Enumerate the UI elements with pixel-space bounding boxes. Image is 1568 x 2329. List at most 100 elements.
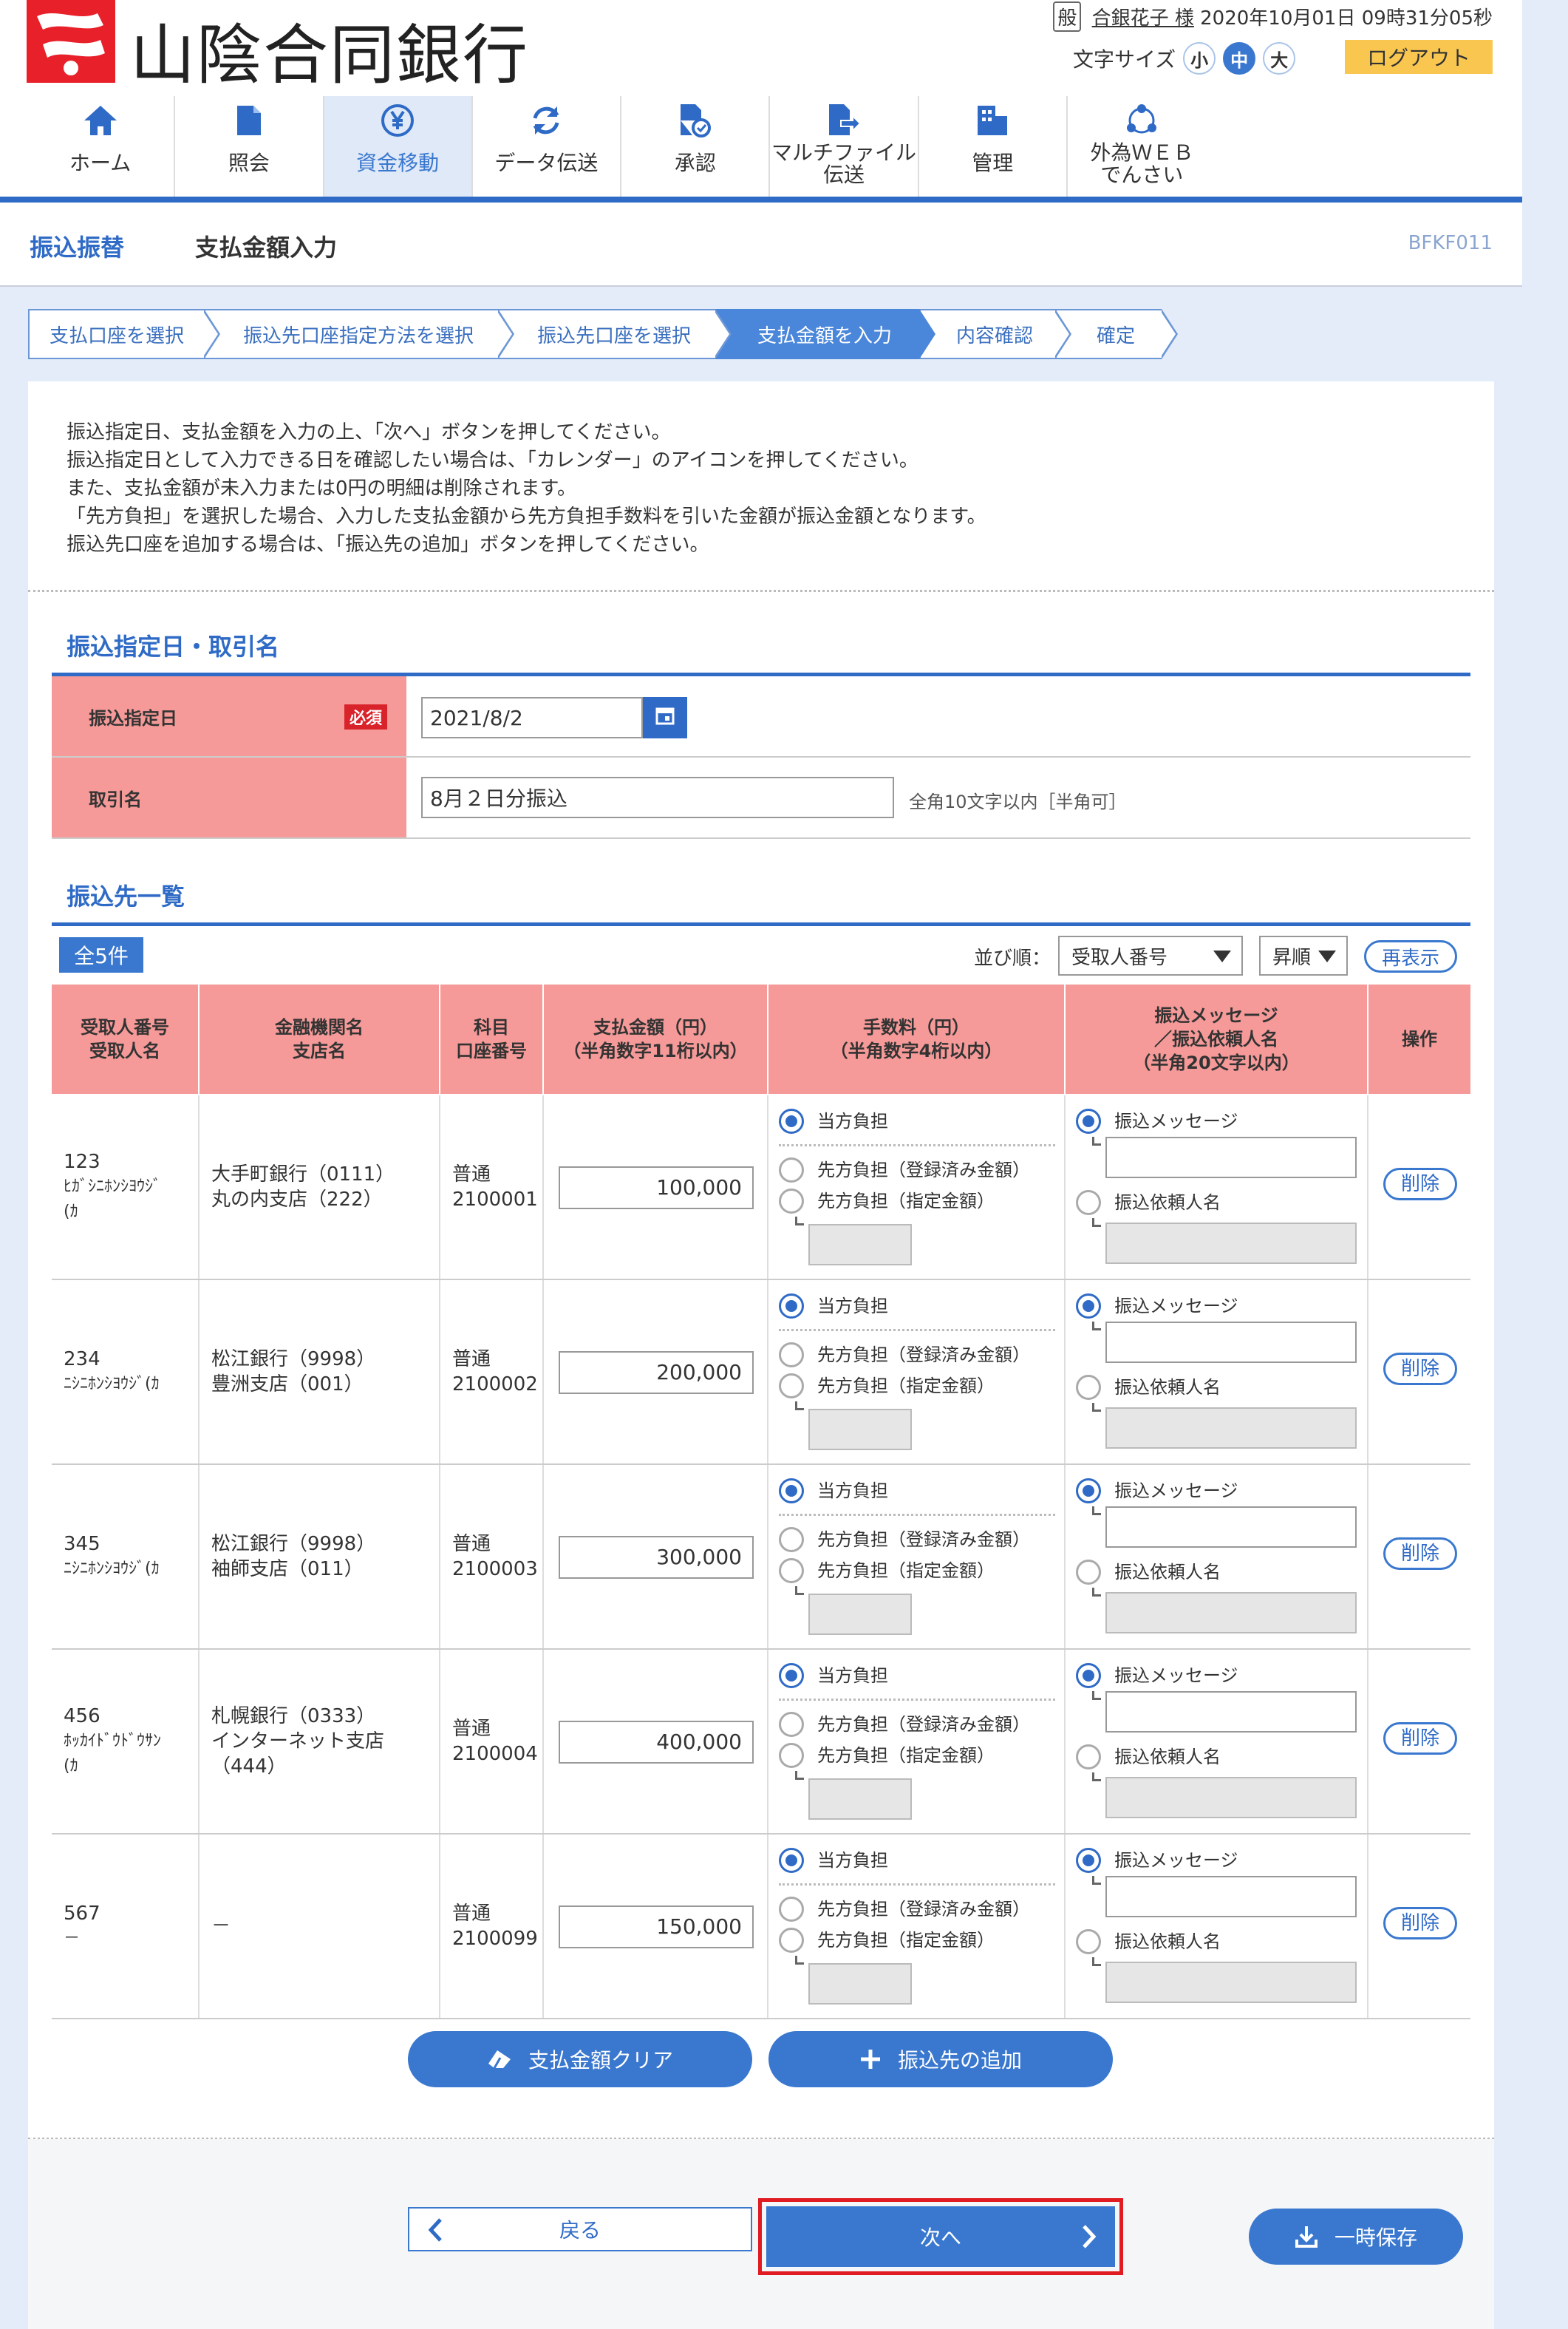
- nav-fund-transfer[interactable]: 資金移動: [324, 96, 473, 197]
- delete-button[interactable]: 削除: [1383, 1168, 1457, 1200]
- step-select-account: 支払口座を選択: [28, 309, 220, 359]
- fee-radio-our-charge[interactable]: 当方負担: [779, 1663, 888, 1688]
- requester-name-input[interactable]: [1105, 1223, 1357, 1264]
- sort-order-select[interactable]: 昇順: [1259, 936, 1348, 976]
- requester-name-input[interactable]: [1105, 1407, 1357, 1449]
- operation-cell: 削除: [1368, 1650, 1470, 1833]
- chevron-down-icon: [1318, 951, 1336, 962]
- bank-cell: －: [200, 1835, 440, 2018]
- chevron-down-icon: [1213, 951, 1231, 962]
- fee-radio-specified[interactable]: 先方負担（指定金額）: [779, 1189, 995, 1214]
- delete-button[interactable]: 削除: [1383, 1353, 1457, 1385]
- fee-radio-registered[interactable]: 先方負担（登録済み金額）: [779, 1897, 1030, 1922]
- payee-number: 456: [64, 1705, 100, 1727]
- account-number: 2100001: [452, 1189, 538, 1211]
- fee-amount-input[interactable]: [808, 1409, 912, 1450]
- nav-data-transmission[interactable]: データ伝送: [473, 96, 622, 197]
- font-large-button[interactable]: 大: [1263, 42, 1296, 75]
- total-count: 全5件: [59, 937, 143, 973]
- requester-name-input[interactable]: [1105, 1777, 1357, 1818]
- nav-approval[interactable]: 承認: [621, 96, 771, 197]
- fee-amount-input[interactable]: [808, 1224, 912, 1265]
- refresh-icon: [524, 101, 568, 140]
- font-small-button[interactable]: 小: [1183, 42, 1216, 75]
- fee-radio-registered[interactable]: 先方負担（登録済み金額）: [779, 1157, 1030, 1183]
- clear-amount-button[interactable]: 支払金額クリア: [408, 2031, 752, 2087]
- message-input[interactable]: [1105, 1137, 1357, 1178]
- branch-name: 豊洲支店（001）: [211, 1373, 364, 1395]
- amount-cell: 400,000: [544, 1650, 768, 1833]
- message-input[interactable]: [1105, 1876, 1357, 1917]
- fee-radio-our-charge[interactable]: 当方負担: [779, 1478, 888, 1503]
- payee-number: 567: [64, 1903, 100, 1925]
- instruction-line: 「先方負担」を選択した場合、入力した支払金額から先方負担手数料を引いた金額が振込…: [67, 506, 986, 528]
- fee-amount-input[interactable]: [808, 1594, 912, 1635]
- page-heading: 振込振替 支払金額入力 BFKF011: [0, 203, 1522, 287]
- fee-radio-registered[interactable]: 先方負担（登録済み金額）: [779, 1527, 1030, 1552]
- next-button[interactable]: 次へ: [766, 2206, 1115, 2267]
- requester-name-input[interactable]: [1105, 1592, 1357, 1633]
- nav-inquiry[interactable]: 照会: [175, 96, 324, 197]
- fee-radio-specified[interactable]: 先方負担（指定金額）: [779, 1558, 995, 1583]
- nav-home[interactable]: ホーム: [27, 96, 176, 197]
- account-type: 普通: [452, 1718, 491, 1740]
- msg-radio-requester[interactable]: 振込依頼人名: [1076, 1375, 1221, 1400]
- msg-radio-message[interactable]: 振込メッセージ: [1076, 1848, 1238, 1873]
- add-payee-button[interactable]: 振込先の追加: [768, 2031, 1113, 2087]
- amount-input[interactable]: 300,000: [559, 1536, 754, 1579]
- table-toolbar: 全5件 並び順： 受取人番号 昇順 再表示: [52, 933, 1470, 976]
- message-input[interactable]: [1105, 1506, 1357, 1548]
- amount-input[interactable]: 150,000: [559, 1905, 754, 1948]
- fee-radio-our-charge[interactable]: 当方負担: [779, 1293, 888, 1319]
- fee-amount-input[interactable]: [808, 1778, 912, 1820]
- msg-radio-message[interactable]: 振込メッセージ: [1076, 1478, 1238, 1503]
- msg-radio-message[interactable]: 振込メッセージ: [1076, 1663, 1238, 1688]
- fee-radio-specified[interactable]: 先方負担（指定金額）: [779, 1743, 995, 1768]
- user-name-link[interactable]: 合銀花子 様: [1092, 7, 1194, 30]
- fee-amount-input[interactable]: [808, 1963, 912, 2005]
- font-medium-button[interactable]: 中: [1223, 42, 1256, 75]
- logout-button[interactable]: ログアウト: [1345, 40, 1493, 74]
- nav-forex-densai[interactable]: 外為ＷＥＢ でんさい: [1068, 96, 1216, 197]
- delete-button[interactable]: 削除: [1383, 1537, 1457, 1570]
- sort-key-select[interactable]: 受取人番号: [1058, 936, 1243, 976]
- msg-radio-message[interactable]: 振込メッセージ: [1076, 1293, 1238, 1319]
- msg-radio-requester[interactable]: 振込依頼人名: [1076, 1560, 1221, 1585]
- requester-name-input[interactable]: [1105, 1962, 1357, 2003]
- msg-radio-requester[interactable]: 振込依頼人名: [1076, 1190, 1221, 1215]
- fee-radio-our-charge[interactable]: 当方負担: [779, 1848, 888, 1873]
- message-input[interactable]: [1105, 1322, 1357, 1363]
- nav-multi-file[interactable]: マルチファイル 伝送: [770, 96, 919, 197]
- table-row: 123 ﾋｶﾞｼﾆﾎﾝｼﾖｳｼﾞ (ｶ 大手町銀行（0111） 丸の内支店（222） 普通…: [52, 1095, 1470, 1280]
- msg-radio-requester[interactable]: 振込依頼人名: [1076, 1744, 1221, 1769]
- calendar-button[interactable]: [643, 697, 687, 738]
- fee-radio-specified[interactable]: 先方負担（指定金額）: [779, 1373, 995, 1398]
- amount-input[interactable]: 400,000: [559, 1721, 754, 1764]
- fee-radio-specified[interactable]: 先方負担（指定金額）: [779, 1928, 995, 1953]
- nav-management[interactable]: 管理: [919, 96, 1068, 197]
- transaction-name-input[interactable]: 8月２日分振込: [421, 777, 894, 818]
- branch-name: 丸の内支店（222）: [211, 1189, 383, 1211]
- table-row: 567 － － 普通 2100099 150,000 当方負担 先方負担（登録済み金額） 先方負…: [52, 1835, 1470, 2019]
- back-button[interactable]: 戻る: [408, 2207, 752, 2251]
- msg-radio-requester[interactable]: 振込依頼人名: [1076, 1929, 1221, 1954]
- fee-radio-our-charge[interactable]: 当方負担: [779, 1109, 888, 1134]
- amount-cell: 100,000: [544, 1095, 768, 1279]
- delete-button[interactable]: 削除: [1383, 1722, 1457, 1755]
- main-nav: ホーム 照会 資金移動 データ伝送 承認 マルチファイル 伝送 管理 外為ＷＥＢ…: [27, 96, 1216, 197]
- amount-input[interactable]: 200,000: [559, 1351, 754, 1394]
- fee-cell: 当方負担先方負担（登録済み金額） 先方負担（指定金額）: [768, 1280, 1066, 1463]
- transfer-date-input[interactable]: 2021/8/2: [421, 697, 643, 738]
- amount-input[interactable]: 100,000: [559, 1166, 754, 1209]
- fee-radio-registered[interactable]: 先方負担（登録済み金額）: [779, 1342, 1030, 1367]
- user-type-badge: 般: [1053, 1, 1082, 32]
- fee-radio-registered[interactable]: 先方負担（登録済み金額）: [779, 1712, 1030, 1737]
- col-amount: 支払金額（円） （半角数字11桁以内）: [544, 985, 768, 1094]
- payee-name-cont: (ｶ: [64, 1203, 78, 1221]
- temp-save-button[interactable]: 一時保存: [1249, 2209, 1463, 2265]
- payee-name: ﾎｯｶｲﾄﾞｳﾄﾞｳｻﾝ: [64, 1732, 162, 1750]
- refresh-button[interactable]: 再表示: [1364, 940, 1457, 973]
- delete-button[interactable]: 削除: [1383, 1907, 1457, 1939]
- message-input[interactable]: [1105, 1691, 1357, 1733]
- msg-radio-message[interactable]: 振込メッセージ: [1076, 1109, 1238, 1134]
